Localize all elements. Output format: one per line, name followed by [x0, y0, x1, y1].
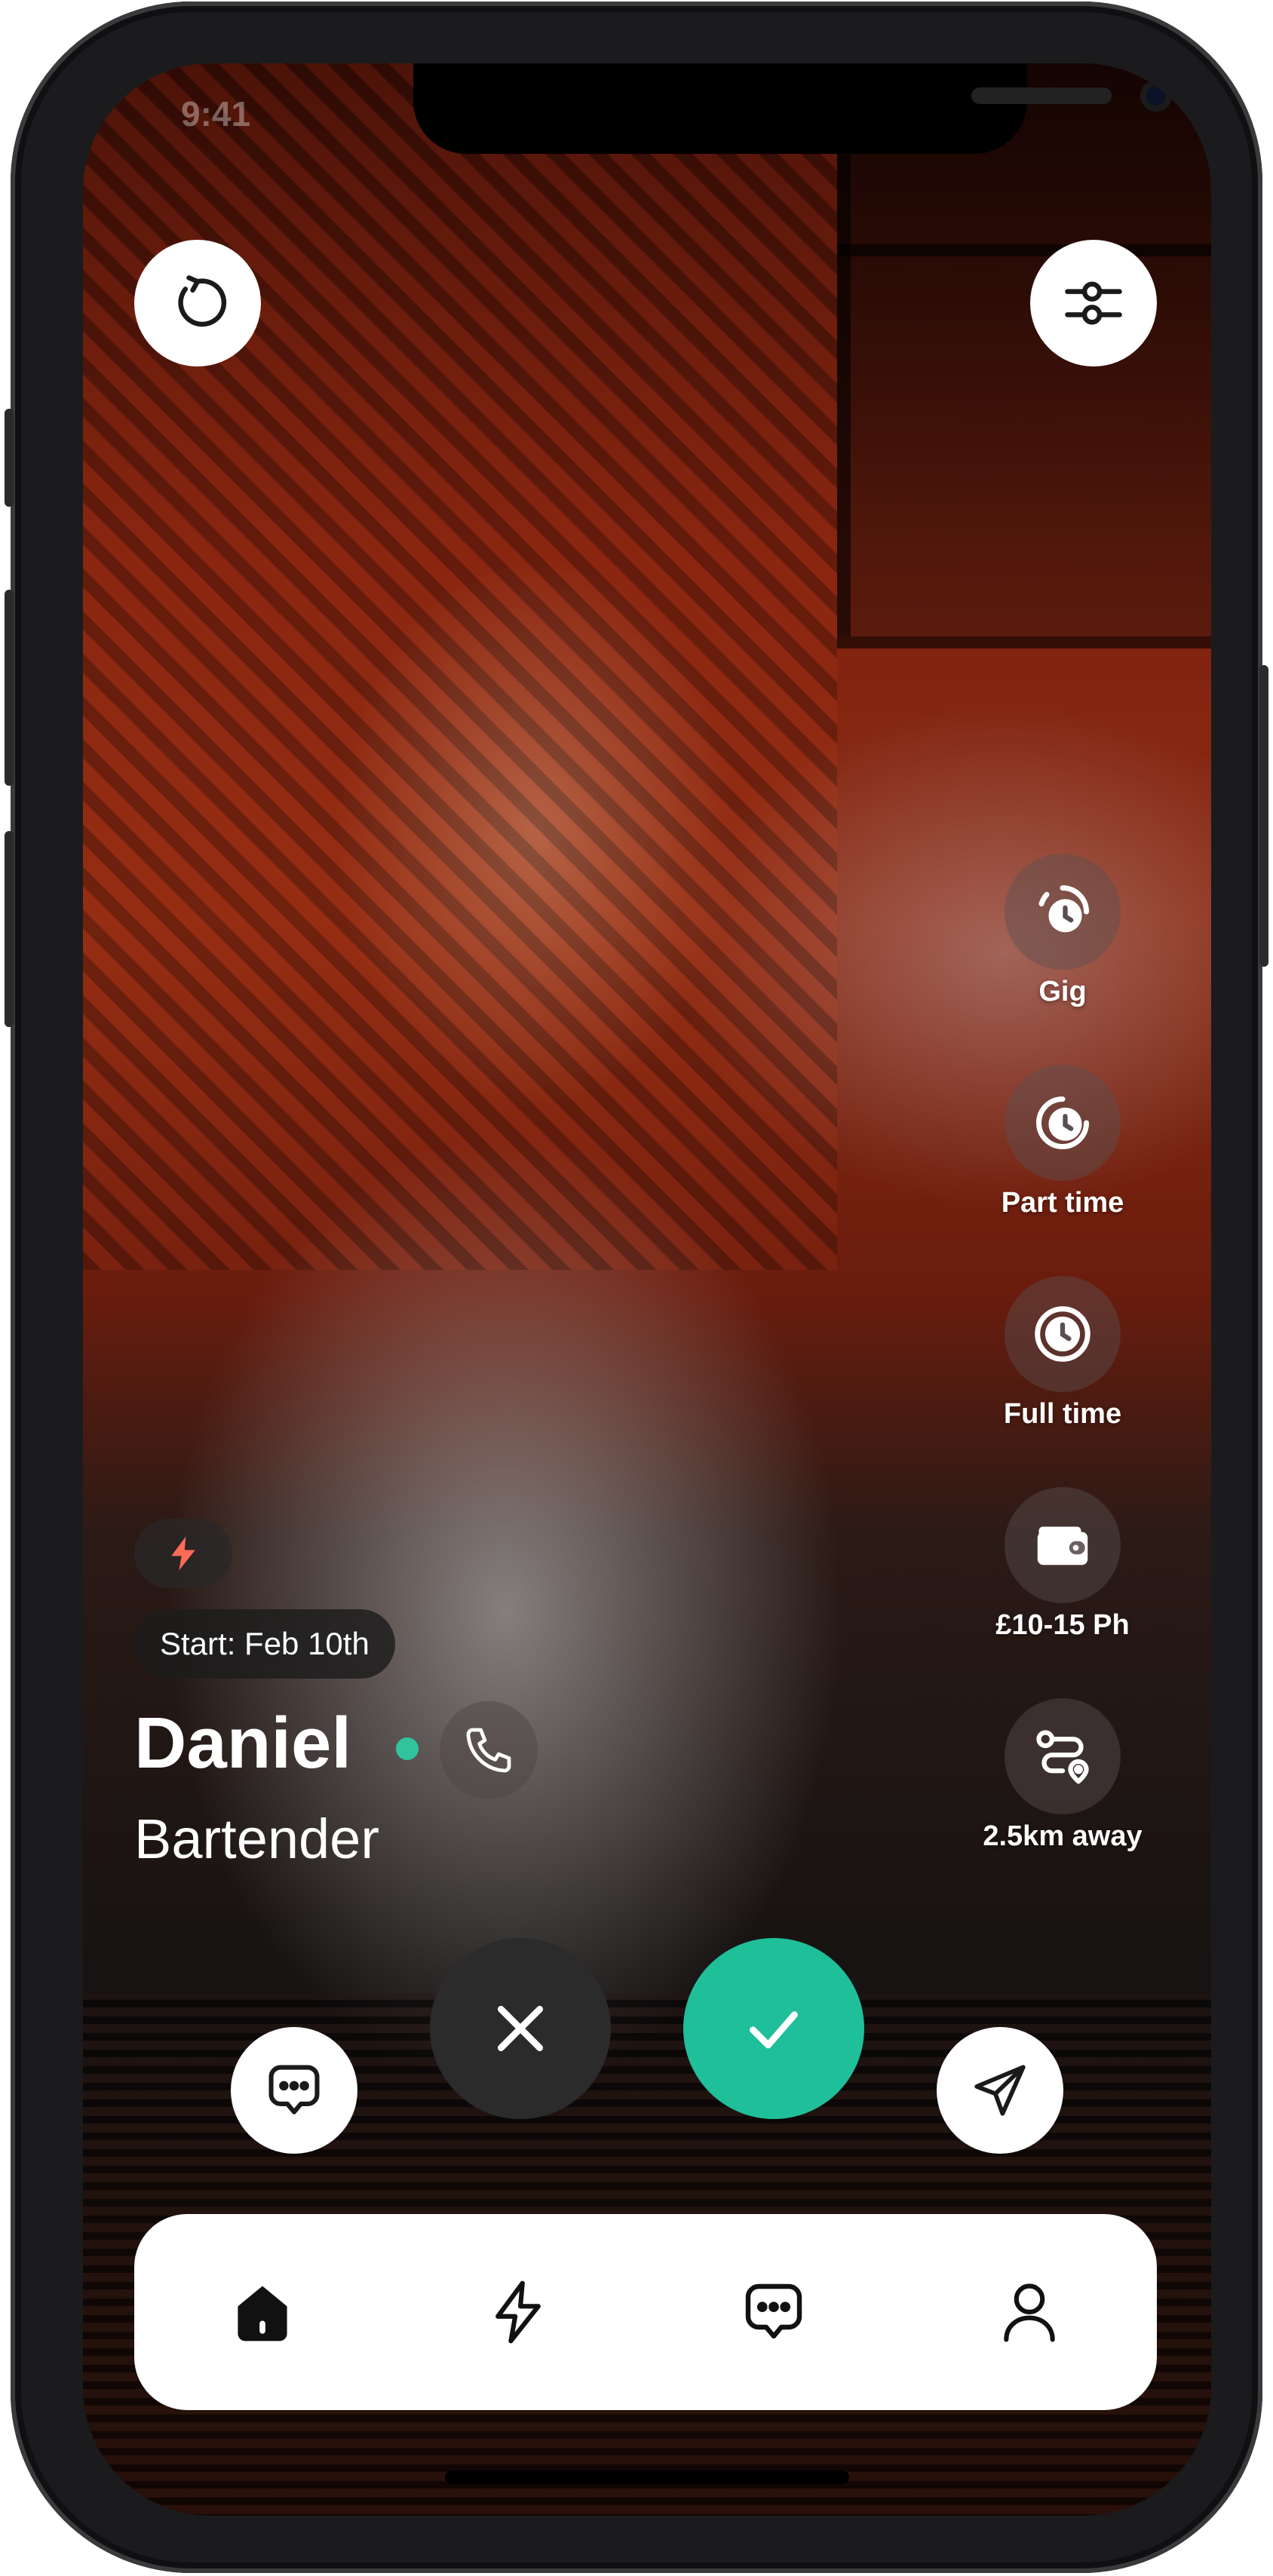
tab-messages[interactable] [713, 2252, 834, 2372]
home-indicator [445, 2470, 849, 2484]
phone-icon [466, 1728, 511, 1773]
feature-full-time: Full time [968, 1276, 1157, 1431]
feature-label: Gig [1038, 976, 1087, 1007]
chat-icon [268, 2065, 320, 2114]
user-icon [1003, 2283, 1055, 2342]
feature-gig-bg [1005, 854, 1121, 970]
shelf-divider [837, 636, 1211, 649]
boost-badge [134, 1519, 232, 1588]
wallet-icon [1037, 1526, 1088, 1566]
clock-half-icon [1036, 1096, 1089, 1149]
tab-profile[interactable] [969, 2252, 1090, 2372]
undo-button[interactable] [134, 240, 261, 366]
accept-button[interactable] [683, 1938, 864, 2119]
status-time: 9:41 [181, 94, 251, 133]
clock-quarter-icon [1038, 885, 1089, 933]
bolt-icon [171, 1536, 195, 1571]
feature-pay-bg [1005, 1487, 1121, 1603]
candidate-name: Daniel [134, 1703, 352, 1783]
start-date-pill: Start: Feb 10th [134, 1609, 395, 1679]
close-icon [497, 2005, 544, 2052]
side-button-silent [5, 409, 14, 507]
feature-distance-bg [1005, 1698, 1121, 1814]
front-camera [1140, 80, 1172, 112]
send-icon [974, 2065, 1026, 2116]
reject-button[interactable] [430, 1938, 611, 2119]
feature-label: Full time [1003, 1398, 1122, 1430]
candidate-role: Bartender [134, 1808, 379, 1870]
chat-icon [745, 2283, 802, 2339]
message-button[interactable] [231, 2027, 357, 2154]
speaker [971, 87, 1112, 104]
feature-label: 2.5km away [983, 1820, 1143, 1852]
feature-full-time-bg [1005, 1276, 1121, 1392]
shelf-divider [837, 244, 1211, 256]
undo-icon [178, 275, 227, 327]
check-icon [750, 2011, 798, 2049]
filters-button[interactable] [1030, 240, 1157, 366]
feature-gig: Gig [968, 854, 1157, 1008]
feature-label: Part time [1001, 1187, 1124, 1219]
tab-boost[interactable] [458, 2252, 578, 2372]
home-icon [237, 2286, 287, 2341]
feature-label: £10-15 Ph [995, 1609, 1130, 1641]
feature-distance: 2.5km away [968, 1698, 1157, 1853]
online-status-dot [396, 1737, 419, 1760]
phone-frame: 9:41 Gig Part time Full time £10-15 Ph 2… [5, 2, 1268, 2573]
tab-home[interactable] [202, 2252, 323, 2372]
call-button[interactable] [440, 1701, 538, 1799]
bolt-icon [495, 2280, 541, 2344]
feature-part-time: Part time [968, 1065, 1157, 1219]
route-icon [1036, 1730, 1089, 1784]
side-button-volume-up [5, 590, 14, 786]
clock-full-icon [1035, 1306, 1090, 1362]
side-button-power [1259, 665, 1268, 967]
notch [413, 63, 1172, 154]
feature-part-time-bg [1005, 1065, 1121, 1181]
side-button-volume-down [5, 831, 14, 1027]
sliders-icon [1065, 281, 1122, 325]
tab-bar [134, 2214, 1157, 2410]
screen: 9:41 Gig Part time Full time £10-15 Ph 2… [83, 63, 1211, 2516]
feature-pay: £10-15 Ph [968, 1487, 1157, 1642]
send-button[interactable] [937, 2027, 1063, 2154]
